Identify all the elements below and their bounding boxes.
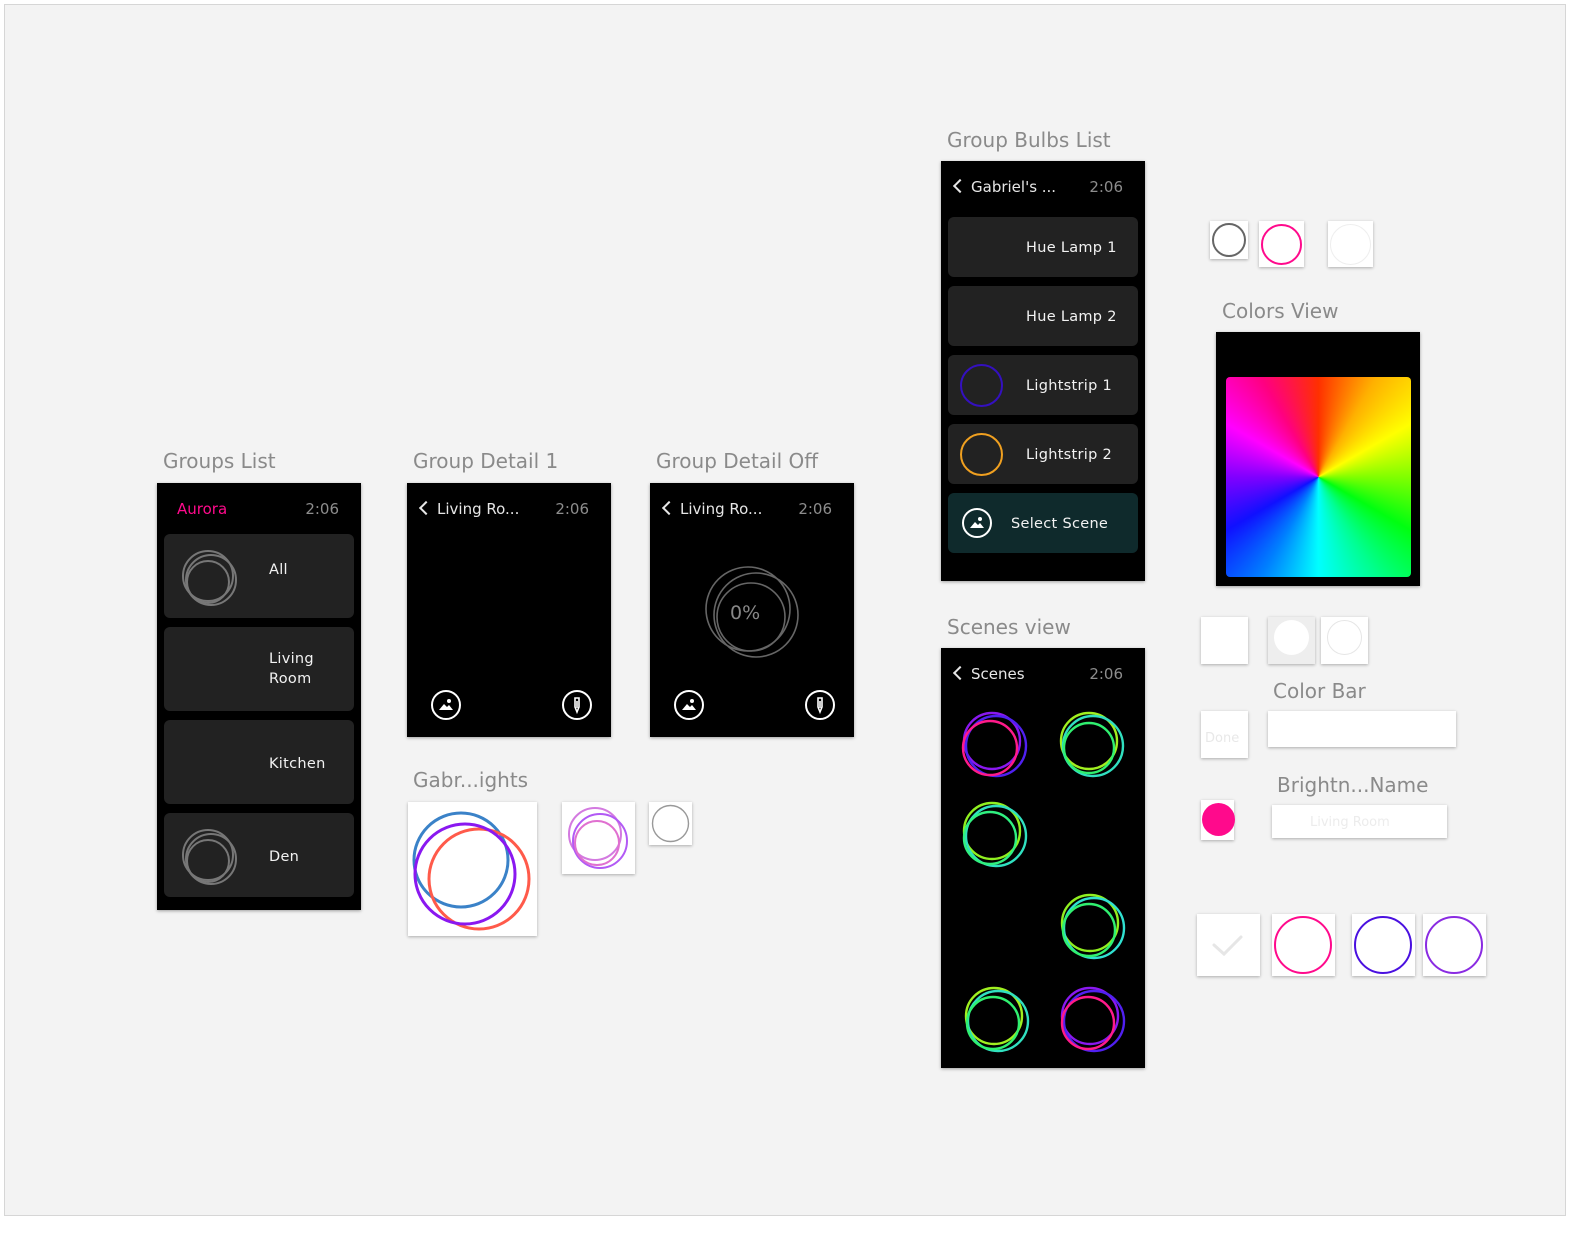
artboard-label-color-bar: Color Bar	[1273, 679, 1366, 703]
color-wheel-picker[interactable]	[1226, 377, 1411, 577]
clock: 2:06	[1089, 665, 1123, 683]
scene-tile-4[interactable]	[1056, 890, 1130, 964]
clock: 2:06	[798, 500, 832, 518]
back-button[interactable]: Living Ro...	[418, 500, 520, 518]
chevron-left-icon	[952, 665, 968, 681]
group-detail-1-screen: Living Ro... 2:06	[407, 483, 611, 737]
scene-tile-6[interactable]	[1056, 983, 1130, 1057]
group-item-den[interactable]: Den	[164, 813, 354, 897]
group-label: All	[269, 562, 288, 578]
scene-image-icon[interactable]	[674, 690, 704, 720]
design-canvas: Groups List Group Detail 1 Group Detail …	[4, 4, 1566, 1216]
swatch-blank-ring[interactable]	[1328, 221, 1373, 267]
status-bar[interactable]: Scenes 2:06	[941, 662, 1145, 688]
clock: 2:06	[1089, 178, 1123, 196]
done-label: Done	[1205, 731, 1240, 746]
blue-violet-ring-tile[interactable]	[1352, 914, 1415, 976]
artboard-label-group-detail-1: Group Detail 1	[413, 449, 559, 473]
outline-circle-tile[interactable]	[1321, 617, 1368, 664]
scene-tile-3[interactable]	[958, 798, 1032, 872]
violet-ring-tile[interactable]	[1423, 914, 1486, 976]
artboard-label-brightness-name: Brightn...Name	[1277, 773, 1429, 797]
color-dropper-icon[interactable]	[805, 690, 835, 720]
clock: 2:06	[555, 500, 589, 518]
bulb-item-hue-lamp-2[interactable]: Hue Lamp 2	[948, 286, 1138, 346]
scene-tile-2[interactable]	[1055, 708, 1129, 782]
dropdown-tile[interactable]	[1201, 617, 1248, 664]
bulb-label: Lightstrip 1	[1026, 378, 1113, 394]
group-item-living-room[interactable]: Living Room	[164, 627, 354, 711]
bulb-item-lightstrip-1[interactable]: Lightstrip 1	[948, 355, 1138, 415]
group-bulbs-list-screen: Gabriel's ... 2:06 Hue Lamp 1 Hue Lamp 2…	[941, 161, 1145, 581]
scenes-view-screen: Scenes 2:06	[941, 648, 1145, 1068]
checkmark-icon	[1212, 935, 1243, 957]
caret-down-icon	[1221, 651, 1229, 656]
scene-tile-1[interactable]	[958, 708, 1032, 782]
back-button[interactable]: Gabriel's ...	[952, 178, 1057, 196]
chevron-left-icon	[661, 500, 677, 516]
status-bar[interactable]: Gabriel's ... 2:06	[941, 175, 1145, 201]
colors-view-screen	[1216, 332, 1420, 586]
status-bar[interactable]: Living Ro... 2:06	[407, 497, 611, 523]
artboard-label-colors-view: Colors View	[1222, 299, 1339, 323]
empty-ring-tile	[649, 802, 692, 845]
groups-list-screen: Aurora 2:06 All Living Room Kitchen Den	[157, 483, 361, 910]
back-button[interactable]: Scenes	[952, 665, 1025, 683]
group-label: Den	[269, 849, 300, 865]
done-button[interactable]: Done	[1201, 711, 1248, 758]
checkmark-tile[interactable]	[1197, 914, 1260, 976]
group-ring-graphic-small	[562, 802, 635, 874]
swatch-pink-ring[interactable]	[1259, 221, 1304, 267]
bulb-label: Hue Lamp 2	[1026, 309, 1117, 325]
scene-image-icon	[962, 508, 992, 538]
group-label: Kitchen	[269, 756, 326, 772]
scene-image-icon[interactable]	[431, 690, 461, 720]
artboard-label-scenes-view: Scenes view	[947, 615, 1071, 639]
pink-ring-tile[interactable]	[1272, 914, 1335, 976]
bulb-item-lightstrip-2[interactable]: Lightstrip 2	[948, 424, 1138, 484]
bulb-color-ring	[960, 433, 1003, 476]
artboard-label-gabr-lights: Gabr...ights	[413, 768, 529, 792]
screen-title: Gabriel's ...	[971, 178, 1057, 196]
pink-dot-tile[interactable]	[1201, 800, 1235, 840]
group-rings-icon	[182, 550, 237, 606]
artboard-label-group-bulbs-list: Group Bulbs List	[947, 128, 1111, 152]
group-rings-icon	[182, 829, 237, 885]
select-scene-button[interactable]: Select Scene	[948, 493, 1138, 553]
artboard-label-group-detail-off: Group Detail Off	[656, 449, 819, 473]
screen-title: Living Ro...	[437, 500, 520, 518]
name-placeholder: Living Room	[1310, 815, 1390, 830]
bulb-label: Lightstrip 2	[1026, 447, 1113, 463]
scene-tile-5[interactable]	[960, 983, 1034, 1057]
group-ring-graphic-large	[408, 802, 537, 936]
clock: 2:06	[305, 500, 339, 518]
screen-title: Living Ro...	[680, 500, 763, 518]
artboard-label-groups-list: Groups List	[163, 449, 276, 473]
name-input[interactable]: Living Room	[1272, 805, 1447, 838]
white-circle-tile[interactable]	[1268, 617, 1315, 664]
back-button[interactable]: Living Ro...	[661, 500, 763, 518]
chevron-left-icon	[418, 500, 434, 516]
chevron-left-icon	[952, 178, 968, 194]
group-item-all[interactable]: All	[164, 534, 354, 618]
group-label: Living Room	[269, 651, 314, 687]
bulb-item-hue-lamp-1[interactable]: Hue Lamp 1	[948, 217, 1138, 277]
screen-title: Scenes	[971, 665, 1025, 683]
color-dropper-icon[interactable]	[562, 690, 592, 720]
status-bar[interactable]: Living Ro... 2:06	[650, 497, 854, 523]
bulb-label: Hue Lamp 1	[1026, 240, 1117, 256]
status-bar: Aurora 2:06	[157, 497, 361, 523]
bulb-color-ring	[960, 364, 1003, 407]
brightness-value: 0%	[730, 602, 761, 624]
swatch-gray-ring[interactable]	[1210, 221, 1248, 259]
group-detail-off-screen: Living Ro... 2:06 0%	[650, 483, 854, 737]
app-title: Aurora	[177, 500, 228, 518]
select-scene-label: Select Scene	[1011, 516, 1109, 532]
color-bar[interactable]	[1268, 711, 1456, 747]
group-item-kitchen[interactable]: Kitchen	[164, 720, 354, 804]
